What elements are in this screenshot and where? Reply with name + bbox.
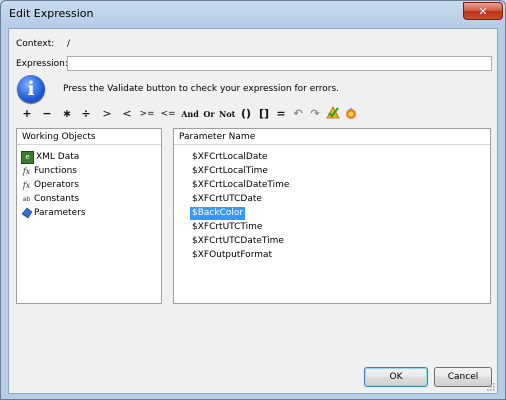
not-button[interactable]: Not — [219, 106, 235, 122]
parameters-panel[interactable]: Parameter Name $XFCrtLocalDate $XFCrtLoc… — [173, 128, 491, 304]
xml-data-icon: e — [21, 151, 34, 164]
plus-button[interactable]: + — [21, 106, 33, 122]
resize-grip-icon[interactable] — [485, 381, 495, 391]
brackets-button[interactable]: [] — [257, 106, 271, 122]
function-icon: fx — [22, 167, 31, 176]
dialog-client-area: Context: / Expression: i Press the Valid… — [8, 28, 498, 394]
expression-input[interactable] — [67, 56, 492, 71]
title-bar[interactable]: Edit Expression ✕ — [1, 1, 505, 27]
parameter-item[interactable]: $XFCrtLocalTime — [190, 165, 270, 178]
parameter-icon — [21, 207, 32, 219]
parentheses-button[interactable]: () — [239, 106, 253, 122]
working-object-functions[interactable]: fx Functions — [21, 165, 77, 178]
info-icon: i — [17, 75, 45, 103]
working-object-constants[interactable]: ab Constants — [21, 193, 79, 206]
and-button[interactable]: And — [181, 106, 199, 122]
expression-label: Expression: — [16, 59, 68, 69]
working-object-operators[interactable]: fx Operators — [21, 179, 79, 192]
parameter-item-selected[interactable]: $BackColor — [190, 207, 246, 220]
constant-icon: ab — [22, 196, 31, 203]
help-flame-icon — [346, 108, 356, 119]
parameter-item[interactable]: $XFOutputFormat — [190, 249, 274, 262]
divide-button[interactable]: ÷ — [80, 106, 92, 122]
working-objects-header: Working Objects — [17, 129, 161, 145]
validate-check-icon — [326, 106, 340, 119]
parameter-item[interactable]: $XFCrtUTCTime — [190, 221, 264, 234]
parameter-item[interactable]: $XFCrtUTCDateTime — [190, 235, 286, 248]
context-value: / — [67, 39, 71, 49]
or-button[interactable]: Or — [202, 106, 216, 122]
close-button[interactable]: ✕ — [463, 2, 503, 20]
parameter-item[interactable]: $XFCrtLocalDate — [190, 151, 269, 164]
help-icon[interactable] — [344, 106, 358, 122]
context-label: Context: — [16, 39, 55, 49]
equals-button[interactable]: = — [275, 106, 287, 122]
parameter-item[interactable]: $XFCrtUTCDate — [190, 193, 264, 206]
greater-than-button[interactable]: > — [101, 106, 113, 122]
minus-button[interactable]: − — [41, 106, 53, 122]
working-objects-panel: Working Objects e XML Data fx Functions fx… — [16, 128, 162, 304]
validate-icon[interactable] — [326, 106, 340, 122]
working-object-xml-data[interactable]: e XML Data — [21, 151, 79, 164]
cancel-button[interactable]: Cancel — [434, 367, 492, 387]
window-title: Edit Expression — [9, 7, 94, 20]
less-than-button[interactable]: < — [121, 106, 133, 122]
redo-icon[interactable]: ↷ — [308, 106, 322, 122]
edit-expression-dialog: Edit Expression ✕ Context: / Expression:… — [0, 0, 506, 400]
greater-equal-button[interactable]: >= — [137, 106, 157, 122]
parameter-name-header[interactable]: Parameter Name — [174, 129, 490, 145]
undo-icon[interactable]: ↶ — [291, 106, 305, 122]
parameter-item[interactable]: $XFCrtLocalDateTime — [190, 179, 291, 192]
operator-icon: fx — [22, 181, 31, 190]
info-text: Press the Validate button to check your … — [63, 84, 340, 94]
working-object-parameters[interactable]: Parameters — [21, 207, 86, 220]
less-equal-button[interactable]: <= — [159, 106, 177, 122]
multiply-button[interactable]: ∗ — [61, 106, 73, 122]
ok-button[interactable]: OK — [364, 367, 428, 387]
